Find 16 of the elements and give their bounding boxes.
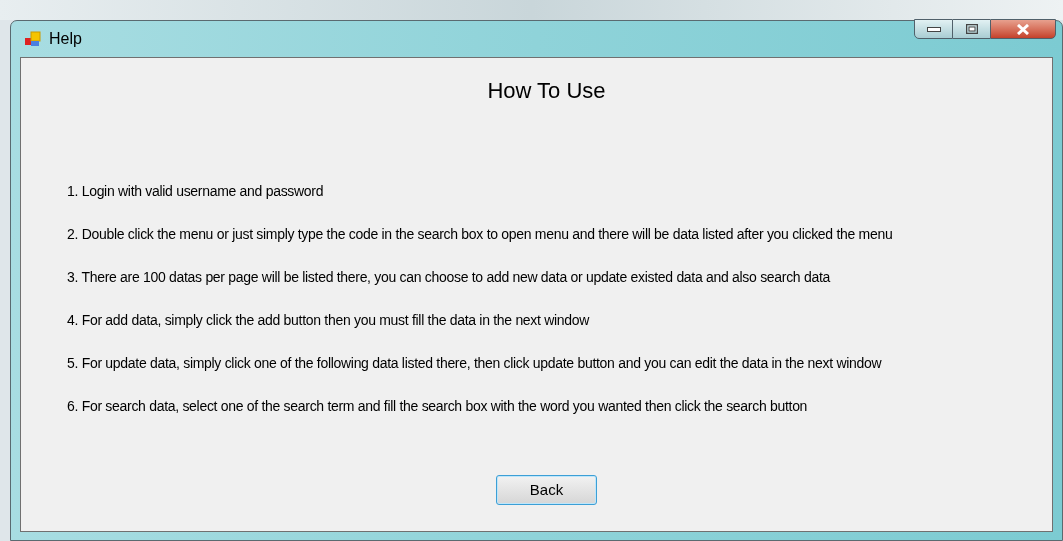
- heading: How To Use: [486, 77, 607, 105]
- minimize-button[interactable]: [914, 19, 953, 39]
- instruction-text: 2. Double click the menu or just simply type the code in the search box to open menu and there will be data listed after you clicked the menu: [67, 226, 894, 243]
- instruction-text: 4. For add data, simply click the add button then you must fill the data in the next window: [67, 312, 591, 329]
- window-title: Help: [49, 29, 82, 49]
- instruction-text: 1. Login with valid username and password: [67, 183, 325, 200]
- maximize-button[interactable]: [953, 19, 990, 39]
- instruction-text: 6. For search data, select one of the search term and fill the search box with the word you wanted then click the search button: [67, 398, 809, 415]
- close-button[interactable]: [990, 19, 1056, 39]
- back-button[interactable]: Back: [496, 475, 597, 505]
- app-icon: [24, 30, 42, 48]
- minimize-icon: [926, 26, 941, 32]
- close-icon: [1016, 23, 1030, 35]
- instruction-text: 3. There are 100 datas per page will be listed there, you can choose to add new data or update existed data and also search data: [67, 269, 832, 286]
- maximize-icon: [965, 24, 978, 34]
- instruction-text: 5. For update data, simply click one of the following data listed there, then click update button and you can edit the data in the next window: [67, 355, 883, 372]
